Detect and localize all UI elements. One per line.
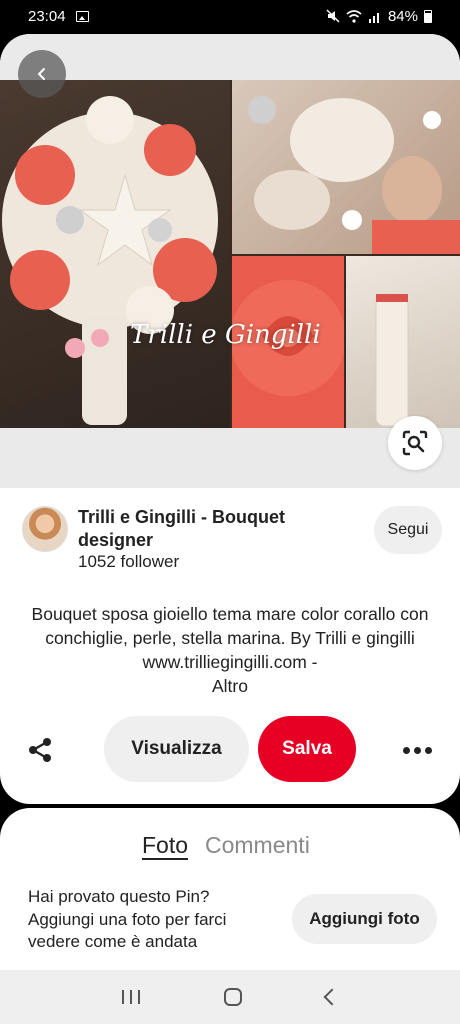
image-watermark: Trilli e Gingilli xyxy=(130,320,321,350)
add-photo-button[interactable]: Aggiungi foto xyxy=(292,894,437,944)
wifi-icon xyxy=(346,9,362,23)
chevron-left-icon xyxy=(37,68,45,80)
action-bar: Visualizza Salva xyxy=(0,716,460,782)
shells-photo xyxy=(232,80,460,254)
handle-photo xyxy=(346,256,460,428)
recent-apps-button[interactable] xyxy=(122,990,140,1004)
follower-count: 1052 follower xyxy=(78,552,180,571)
pin-card: Trilli e Gingilli Trilli e Gingilli - Bo… xyxy=(0,34,460,804)
home-button[interactable] xyxy=(224,988,242,1006)
creator-name[interactable]: Trilli e Gingilli - Bouquet designer xyxy=(78,506,318,552)
visualize-button[interactable]: Visualizza xyxy=(104,716,249,782)
follow-button[interactable]: Segui xyxy=(374,506,442,554)
status-bar: 23:04 84% xyxy=(0,0,460,32)
more-link[interactable]: Altro xyxy=(30,674,430,698)
visual-search-icon xyxy=(402,430,428,456)
visual-search-button[interactable] xyxy=(388,416,442,470)
back-nav-button[interactable] xyxy=(323,988,341,1006)
image-icon xyxy=(75,10,89,22)
tried-prompt: Hai provato questo Pin? Aggiungi una fot… xyxy=(28,887,227,951)
comments-card: Foto Commenti Hai provato questo Pin? Ag… xyxy=(0,808,460,978)
back-button[interactable] xyxy=(18,50,66,98)
battery-percent: 84% xyxy=(387,7,418,25)
more-icon-dot xyxy=(424,746,432,754)
more-icon xyxy=(402,746,410,754)
tab-photo[interactable]: Foto xyxy=(142,832,188,859)
system-nav-bar xyxy=(0,970,460,1024)
mute-icon xyxy=(326,9,340,23)
pin-image-area: Trilli e Gingilli xyxy=(0,34,460,488)
creator-row: Trilli e Gingilli - Bouquet designer 105… xyxy=(22,504,442,576)
share-icon xyxy=(29,738,51,762)
save-button[interactable]: Salva xyxy=(258,716,356,782)
description-text: Bouquet sposa gioiello tema mare color c… xyxy=(31,604,429,672)
more-button[interactable] xyxy=(398,736,436,764)
signal-icon xyxy=(368,12,379,23)
bouquet-photo xyxy=(0,80,230,428)
tabs: Foto Commenti xyxy=(0,832,460,872)
avatar[interactable] xyxy=(22,506,68,552)
share-button[interactable] xyxy=(22,734,58,766)
pin-image[interactable]: Trilli e Gingilli xyxy=(0,80,460,428)
status-time: 23:04 xyxy=(28,7,66,25)
battery-icon xyxy=(424,9,432,23)
more-icon-dot xyxy=(413,746,421,754)
tab-comments[interactable]: Commenti xyxy=(205,832,310,859)
pin-description: Bouquet sposa gioiello tema mare color c… xyxy=(30,602,430,698)
